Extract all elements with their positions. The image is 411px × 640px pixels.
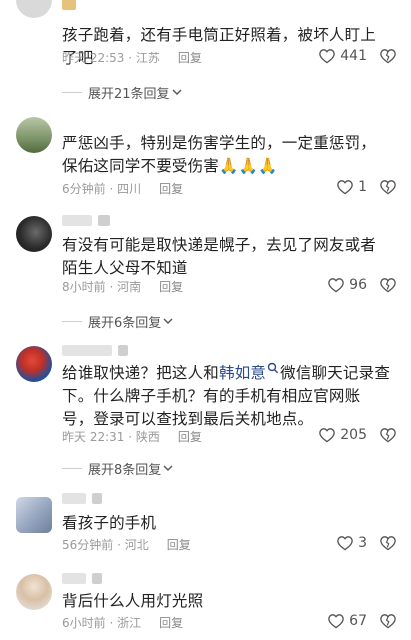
expand-label: 展开21条回复 — [88, 86, 170, 102]
reply-button[interactable]: 回复 — [167, 536, 191, 553]
dislike-button[interactable] — [379, 277, 397, 293]
like-button[interactable]: 3 — [336, 535, 367, 551]
avatar[interactable] — [16, 117, 52, 153]
divider-line — [62, 467, 82, 469]
broken-heart-icon — [380, 49, 396, 64]
expand-replies-button[interactable]: 展开6条回复 — [62, 311, 173, 331]
heart-icon — [328, 278, 344, 293]
like-button[interactable]: 67 — [327, 613, 367, 629]
dislike-button[interactable] — [379, 48, 397, 64]
like-count: 3 — [358, 535, 367, 551]
avatar[interactable] — [16, 574, 52, 610]
like-button[interactable]: 441 — [318, 48, 367, 64]
broken-heart-icon — [380, 614, 396, 629]
avatar[interactable] — [16, 216, 52, 252]
comment-time: 8小时前 · 河南 — [62, 279, 142, 294]
dislike-button[interactable] — [379, 613, 397, 629]
comment-time: 昨天 22:31 · 陕西 — [62, 429, 160, 444]
comment-time: 56分钟前 · 河北 — [62, 537, 149, 552]
expand-replies-button[interactable]: 展开21条回复 — [62, 82, 182, 102]
broken-heart-icon — [380, 180, 396, 195]
heart-icon — [337, 180, 353, 195]
like-count: 441 — [340, 48, 367, 64]
comment-time: 昨天 22:53 · 江苏 — [62, 50, 160, 65]
divider-line — [62, 91, 82, 93]
search-icon — [267, 362, 279, 376]
expand-label: 展开6条回复 — [88, 315, 162, 331]
comment-text: 看孩子的手机 — [62, 514, 157, 532]
comment-text: 严惩凶手，特别是伤害学生的，一定重惩罚，保佑这同学不要受伤害🙏🙏🙏 — [62, 134, 377, 175]
avatar[interactable] — [16, 497, 52, 533]
mention-link[interactable]: 韩如意 — [219, 364, 266, 382]
broken-heart-icon — [380, 428, 396, 443]
reply-button[interactable]: 回复 — [159, 180, 183, 197]
like-button[interactable]: 205 — [318, 427, 367, 443]
like-count: 205 — [340, 427, 367, 443]
chevron-down-icon — [172, 88, 182, 96]
divider-line — [62, 320, 82, 322]
username[interactable] — [62, 214, 110, 226]
dislike-button[interactable] — [379, 535, 397, 551]
comment-time: 6分钟前 · 四川 — [62, 181, 142, 196]
broken-heart-icon — [380, 536, 396, 551]
heart-icon — [328, 614, 344, 629]
comment-text-part: 给谁取快递？把这人和 — [62, 364, 220, 382]
like-count: 1 — [358, 179, 367, 195]
broken-heart-icon — [380, 278, 396, 293]
heart-icon — [319, 49, 336, 64]
dislike-button[interactable] — [379, 179, 397, 195]
heart-icon — [319, 428, 336, 443]
like-count: 67 — [349, 613, 367, 629]
username[interactable] — [62, 0, 76, 10]
expand-replies-button[interactable]: 展开8条回复 — [62, 458, 173, 478]
like-button[interactable]: 1 — [336, 179, 367, 195]
avatar[interactable] — [16, 0, 52, 18]
avatar[interactable] — [16, 346, 52, 382]
comment-text: 背后什么人用灯光照 — [62, 592, 204, 610]
chevron-down-icon — [163, 464, 173, 472]
reply-button[interactable]: 回复 — [159, 614, 183, 631]
reply-button[interactable]: 回复 — [178, 49, 202, 66]
username[interactable] — [62, 492, 102, 504]
reply-button[interactable]: 回复 — [178, 428, 202, 445]
username[interactable] — [62, 572, 102, 584]
comment-text: 有没有可能是取快递是幌子，去见了网友或者陌生人父母不知道 — [62, 236, 377, 277]
heart-icon — [337, 536, 353, 551]
like-count: 96 — [349, 277, 367, 293]
chevron-down-icon — [163, 317, 173, 325]
comment-time: 6小时前 · 浙江 — [62, 615, 142, 630]
comment-text: 给谁取快递？把这人和韩如意 微信聊天记录查下。什么牌子手机？有的手机有相应官网账号… — [62, 362, 391, 431]
username[interactable] — [62, 344, 128, 356]
expand-label: 展开8条回复 — [88, 462, 162, 478]
reply-button[interactable]: 回复 — [159, 278, 183, 295]
dislike-button[interactable] — [379, 427, 397, 443]
like-button[interactable]: 96 — [327, 277, 367, 293]
